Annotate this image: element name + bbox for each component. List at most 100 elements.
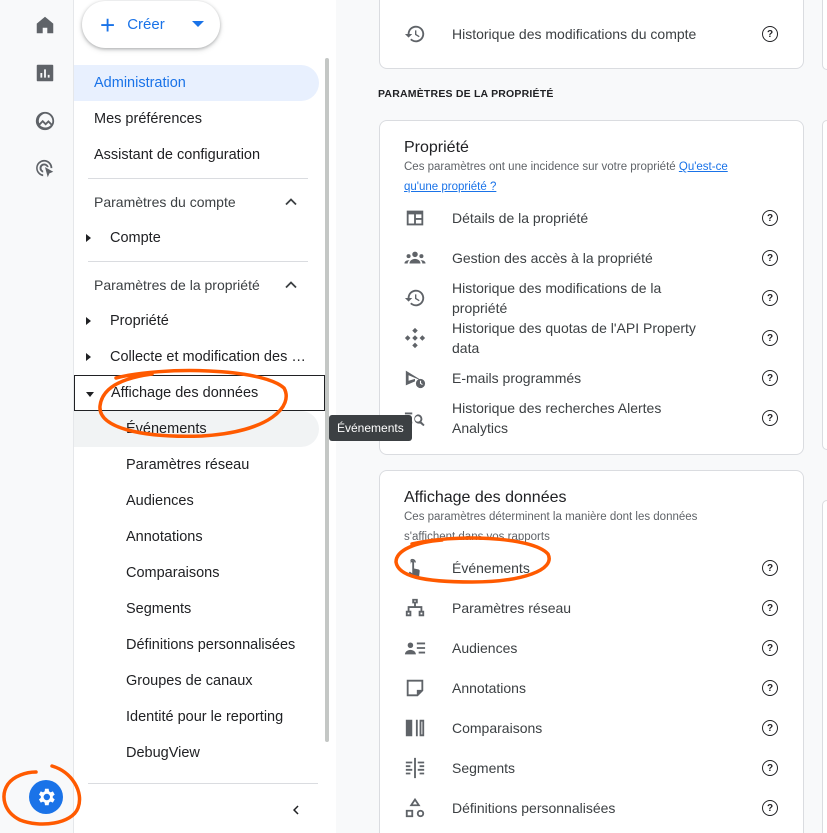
help-icon[interactable]: ? xyxy=(762,290,778,306)
card-description: Ces paramètres ont une incidence sur vot… xyxy=(404,157,764,197)
side-card-edge xyxy=(822,500,827,833)
row-label: Paramètres réseau xyxy=(452,600,572,616)
help-icon[interactable]: ? xyxy=(762,410,778,426)
create-button[interactable]: + Créer xyxy=(82,1,220,48)
hierarchy-icon xyxy=(404,597,426,619)
nav-item-preferences[interactable]: Mes préférences xyxy=(74,101,319,137)
nav-divider xyxy=(88,261,308,262)
row-audiences[interactable]: Audiences ? xyxy=(404,628,784,668)
gear-icon[interactable] xyxy=(29,780,63,814)
help-icon[interactable]: ? xyxy=(762,330,778,346)
row-label: Segments xyxy=(452,760,516,776)
data-display-card: Affichage des données Ces paramètres dét… xyxy=(379,470,804,833)
nav-subitem-segments[interactable]: Segments xyxy=(74,591,319,627)
help-icon[interactable]: ? xyxy=(762,210,778,226)
nav-subitem-custom-definitions[interactable]: Définitions personnalisées xyxy=(74,627,319,663)
nav-subitem-debugview[interactable]: DebugView xyxy=(74,735,319,771)
nav-item-data-display[interactable]: Affichage des données xyxy=(74,375,325,411)
help-icon[interactable]: ? xyxy=(762,560,778,576)
chevron-up-icon xyxy=(285,281,297,289)
nav-subitem-comparisons[interactable]: Comparaisons xyxy=(74,555,319,591)
nav-section-account[interactable]: Paramètres du compte xyxy=(74,184,306,220)
nav-subitem-reporting-identity[interactable]: Identité pour le reporting xyxy=(74,699,319,735)
row-label: Définitions personnalisées xyxy=(452,800,616,816)
row-property-details[interactable]: Détails de la propriété ? xyxy=(404,198,784,238)
collapse-nav-button[interactable] xyxy=(282,796,310,824)
section-label: Paramètres du compte xyxy=(94,194,236,210)
tooltip: Événements xyxy=(329,415,412,441)
advertising-icon[interactable] xyxy=(31,155,59,183)
section-label: Paramètres de la propriété xyxy=(94,277,260,293)
row-property-access[interactable]: Gestion des accès à la propriété ? xyxy=(404,238,784,278)
side-card-edge xyxy=(822,120,827,450)
expand-arrow-icon xyxy=(86,353,91,361)
collapse-arrow-icon xyxy=(86,392,94,397)
row-property-change-history[interactable]: Historique des modifications de la propr… xyxy=(404,278,784,318)
row-label: Détails de la propriété xyxy=(452,210,589,226)
account-card: Historique des modifications du compte ? xyxy=(379,0,804,69)
row-label: Événements xyxy=(452,560,530,576)
row-custom-definitions[interactable]: Définitions personnalisées ? xyxy=(404,788,784,828)
row-label: Gestion des accès à la propriété xyxy=(452,250,653,266)
admin-nav: + Créer Administration Mes préférences A… xyxy=(74,0,334,833)
nav-subitem-annotations[interactable]: Annotations xyxy=(74,519,319,555)
row-events[interactable]: Événements ? xyxy=(404,548,784,588)
nav-item-data-collection[interactable]: Collecte et modification des … xyxy=(74,339,319,375)
description-text: Ces paramètres ont une incidence sur vot… xyxy=(404,161,676,173)
nav-scrollbar[interactable] xyxy=(325,58,329,742)
help-icon[interactable]: ? xyxy=(762,640,778,656)
nav-item-label: Affichage des données xyxy=(111,385,259,401)
nav-subitem-network-settings[interactable]: Paramètres réseau xyxy=(74,447,319,483)
side-card-edge xyxy=(822,0,827,70)
card-title: Propriété xyxy=(404,139,469,156)
nav-item-administration[interactable]: Administration xyxy=(74,65,319,101)
history-icon xyxy=(404,287,426,309)
reports-icon[interactable] xyxy=(31,59,59,87)
property-details-icon xyxy=(404,207,426,229)
nav-item-setup-assistant[interactable]: Assistant de configuration xyxy=(74,137,319,173)
nav-section-property[interactable]: Paramètres de la propriété xyxy=(74,267,306,303)
help-icon[interactable]: ? xyxy=(762,370,778,386)
nav-subitem-events[interactable]: Événements xyxy=(74,411,319,447)
row-scheduled-emails[interactable]: E-mails programmés ? xyxy=(404,358,784,398)
help-icon[interactable]: ? xyxy=(762,800,778,816)
help-icon[interactable]: ? xyxy=(762,250,778,266)
row-label: Audiences xyxy=(452,640,518,656)
row-label: Historique des quotas de l'API Property … xyxy=(452,320,696,356)
nav-item-account[interactable]: Compte xyxy=(74,220,319,256)
audience-list-icon xyxy=(404,637,426,659)
row-label: Annotations xyxy=(452,680,526,696)
compare-icon xyxy=(404,717,426,739)
help-icon[interactable]: ? xyxy=(762,760,778,776)
api-icon xyxy=(404,327,426,349)
row-annotations[interactable]: Annotations ? xyxy=(404,668,784,708)
expand-arrow-icon xyxy=(86,317,91,325)
help-icon[interactable]: ? xyxy=(762,600,778,616)
section-heading: PARAMÈTRES DE LA PROPRIÉTÉ xyxy=(378,88,554,100)
note-icon xyxy=(404,677,426,699)
icon-rail xyxy=(0,0,74,833)
explore-icon[interactable] xyxy=(31,107,59,135)
row-network-settings[interactable]: Paramètres réseau ? xyxy=(404,588,784,628)
segment-icon xyxy=(404,757,426,779)
nav-subitem-channel-groups[interactable]: Groupes de canaux xyxy=(74,663,319,699)
row-api-quota-history[interactable]: Historique des quotas de l'API Property … xyxy=(404,318,784,358)
history-icon xyxy=(404,23,426,45)
row-comparisons[interactable]: Comparaisons ? xyxy=(404,708,784,748)
nav-item-label: Propriété xyxy=(110,313,169,329)
nav-subitem-audiences[interactable]: Audiences xyxy=(74,483,319,519)
row-account-change-history[interactable]: Historique des modifications du compte ? xyxy=(404,14,784,54)
help-icon[interactable]: ? xyxy=(762,720,778,736)
help-icon[interactable]: ? xyxy=(762,680,778,696)
home-icon[interactable] xyxy=(31,11,59,39)
nav-item-property[interactable]: Propriété xyxy=(74,303,319,339)
help-icon[interactable]: ? xyxy=(762,26,778,42)
row-search-history[interactable]: Historique des recherches Alertes Analyt… xyxy=(404,398,784,438)
property-card: Propriété Ces paramètres ont une inciden… xyxy=(379,120,804,455)
scheduled-send-icon xyxy=(404,367,426,389)
expand-arrow-icon xyxy=(86,234,91,242)
chevron-left-icon xyxy=(293,805,299,815)
chevron-up-icon xyxy=(285,198,297,206)
touch-icon xyxy=(404,557,426,579)
row-segments[interactable]: Segments ? xyxy=(404,748,784,788)
